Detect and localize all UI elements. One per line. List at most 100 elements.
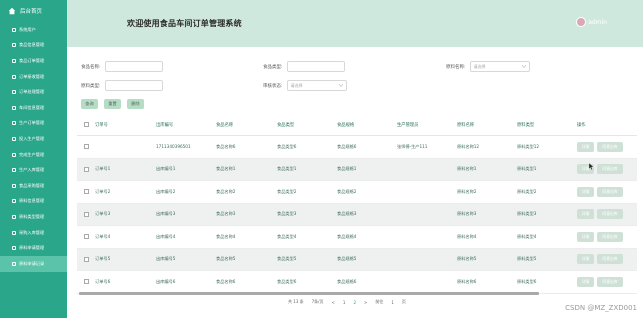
cell-order: 订单号2 bbox=[95, 188, 111, 194]
row-select-cell bbox=[77, 211, 95, 217]
approve-out-button[interactable]: 同意出库 bbox=[597, 186, 623, 197]
sidebar-item[interactable]: 原料信息管理 bbox=[0, 194, 67, 210]
col-food-name: 食品名称 bbox=[216, 122, 234, 128]
row-actions: 详情 同意出库 bbox=[577, 276, 637, 287]
cell-order: 订单号1 bbox=[95, 166, 111, 172]
select-all-checkbox[interactable] bbox=[83, 122, 89, 127]
row-checkbox[interactable] bbox=[83, 234, 89, 240]
approve-out-button[interactable]: 同意出库 bbox=[597, 141, 623, 152]
approve-out-button[interactable]: 同意出库 bbox=[597, 164, 623, 175]
row-checkbox[interactable] bbox=[83, 166, 89, 172]
mouse-cursor-icon bbox=[589, 163, 594, 170]
sidebar-item-label: 生产入库管理 bbox=[19, 167, 45, 173]
pager-page-2[interactable]: 2 bbox=[353, 300, 356, 305]
audit-status-filter: 审核状态: 请选择 bbox=[263, 80, 347, 91]
detail-button[interactable]: 详情 bbox=[577, 231, 594, 242]
food-name-input[interactable] bbox=[104, 61, 163, 72]
detail-button[interactable]: 详情 bbox=[577, 254, 594, 265]
sidebar-item[interactable]: 食品订单管理 bbox=[0, 53, 67, 69]
row-checkbox[interactable] bbox=[83, 279, 89, 285]
row-checkbox[interactable] bbox=[83, 189, 89, 195]
query-button[interactable]: 查询 bbox=[81, 99, 98, 109]
cell-food-name: 食品名称2 bbox=[216, 188, 236, 194]
sidebar-item-label: 采购入库管理 bbox=[19, 229, 45, 235]
menu-icon bbox=[12, 27, 16, 32]
menu-icon bbox=[12, 105, 16, 110]
table-header: 订单号 出库编号 食品名称 食品类型 食品规格 生产管理员 原料名称 原料类型 … bbox=[77, 114, 637, 136]
sidebar-item[interactable]: 投入生产管理 bbox=[0, 131, 67, 147]
sidebar-item[interactable]: 系统用户 bbox=[0, 22, 67, 38]
sidebar-item[interactable]: 生产入库管理 bbox=[0, 162, 67, 178]
table-row: 订单号4 出库编号4 食品名称4 食品类型4 食品规格4 原料名称4 原料类型4 详情 同意出库 bbox=[77, 226, 637, 249]
food-type-filter: 食品类型: bbox=[263, 61, 345, 72]
sidebar-item-label: 订单处理管理 bbox=[19, 89, 45, 95]
horizontal-scrollbar[interactable] bbox=[79, 292, 539, 295]
cell-out-no: 出库编号6 bbox=[156, 278, 176, 284]
sidebar-item[interactable]: 完成生产管理 bbox=[0, 147, 67, 163]
sidebar-item[interactable]: 原料申请管理 bbox=[0, 240, 67, 256]
sidebar-item[interactable]: 采购入库管理 bbox=[0, 225, 67, 241]
user-menu[interactable]: admin bbox=[576, 17, 607, 27]
pager-next[interactable]: > bbox=[364, 300, 367, 305]
cell-food-spec: 食品规格1 bbox=[337, 166, 357, 172]
cell-material-type: 原料类型4 bbox=[517, 233, 537, 239]
approve-out-button[interactable]: 同意出库 bbox=[597, 231, 623, 242]
sidebar-item[interactable]: 原料申请记录 bbox=[0, 255, 67, 272]
cell-food-type: 食品类型3 bbox=[277, 211, 297, 217]
sidebar-item[interactable]: 订单处理管理 bbox=[0, 84, 67, 100]
food-name-label: 食品名称: bbox=[81, 64, 101, 70]
cell-food-type: 食品类型6 bbox=[277, 143, 297, 149]
pager-page-1[interactable]: 1 bbox=[343, 300, 346, 305]
detail-button[interactable]: 详情 bbox=[577, 141, 594, 152]
row-checkbox[interactable] bbox=[83, 211, 89, 217]
approve-out-button[interactable]: 同意出库 bbox=[597, 209, 623, 220]
approve-out-button[interactable]: 同意出库 bbox=[597, 254, 623, 265]
row-select-cell bbox=[77, 189, 95, 195]
sidebar-item[interactable]: 生产订单管理 bbox=[0, 116, 67, 132]
pager-input[interactable]: 1 bbox=[391, 300, 394, 305]
row-checkbox[interactable] bbox=[83, 256, 89, 262]
sidebar-item-label: 原料申请管理 bbox=[19, 245, 45, 251]
home-icon bbox=[8, 7, 16, 15]
cell-out-no: 出库编号3 bbox=[156, 211, 176, 217]
detail-button[interactable]: 详情 bbox=[577, 276, 594, 287]
detail-button[interactable]: 详情 bbox=[577, 186, 594, 197]
cell-material-type: 原料类型2 bbox=[517, 188, 537, 194]
col-material-type: 原料类型 bbox=[517, 122, 535, 128]
sidebar-item[interactable]: 原料类型管理 bbox=[0, 209, 67, 225]
pager-size[interactable]: 7条/页 bbox=[312, 299, 324, 305]
col-food-type: 食品类型 bbox=[277, 122, 295, 128]
cell-material-type: 原料类型12 bbox=[517, 143, 540, 149]
sidebar-item[interactable]: 食品信息管理 bbox=[0, 38, 67, 54]
row-checkbox[interactable] bbox=[83, 144, 89, 150]
audit-status-select[interactable]: 请选择 bbox=[286, 80, 347, 91]
col-food-spec: 食品规格 bbox=[337, 122, 355, 128]
row-select-cell bbox=[77, 234, 95, 240]
sidebar-home[interactable]: 后台首页 bbox=[0, 0, 67, 22]
sidebar-item[interactable]: 车间信息管理 bbox=[0, 100, 67, 116]
approve-out-button[interactable]: 同意出库 bbox=[597, 276, 623, 287]
table-row: 订单号2 出库编号2 食品名称2 食品类型2 食品规格2 原料名称2 原料类型2 详情 同意出库 bbox=[77, 181, 637, 204]
cell-material-name: 原料名称5 bbox=[457, 256, 477, 262]
menu-icon bbox=[12, 183, 16, 188]
menu-icon bbox=[12, 230, 16, 235]
cell-food-spec: 食品规格4 bbox=[337, 233, 357, 239]
cell-order: 订单号4 bbox=[95, 233, 111, 239]
sidebar-item[interactable]: 订单接收管理 bbox=[0, 69, 67, 85]
username: admin bbox=[588, 18, 607, 26]
food-type-input[interactable] bbox=[286, 61, 345, 72]
reset-button[interactable]: 重置 bbox=[104, 99, 121, 109]
cell-material-name: 原料名称2 bbox=[457, 188, 477, 194]
delete-button[interactable]: 删除 bbox=[127, 99, 144, 109]
material-name-select[interactable]: 请选择 bbox=[469, 61, 530, 72]
material-type-input[interactable] bbox=[104, 80, 163, 91]
row-actions: 详情 同意出库 bbox=[577, 231, 637, 242]
row-actions: 详情 同意出库 bbox=[577, 141, 637, 152]
page-title: 欢迎使用食品车间订单管理系统 bbox=[127, 19, 242, 28]
sidebar-item[interactable]: 食品采购管理 bbox=[0, 178, 67, 194]
cell-food-type: 食品类型5 bbox=[277, 256, 297, 262]
pager-prev[interactable]: < bbox=[332, 300, 335, 305]
cell-material-type: 原料类型3 bbox=[517, 211, 537, 217]
sidebar-item-label: 原料类型管理 bbox=[19, 213, 45, 219]
detail-button[interactable]: 详情 bbox=[577, 209, 594, 220]
